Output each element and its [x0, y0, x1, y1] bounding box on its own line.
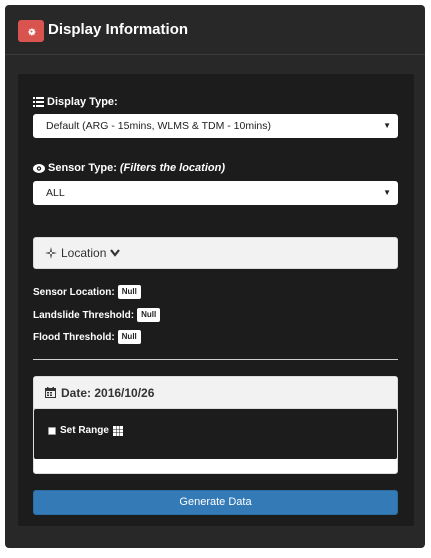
date-range-body: Set Range	[34, 409, 397, 459]
flood-threshold-label: Flood Threshold:	[33, 331, 115, 343]
sensor-type-label: Sensor Type: (Filters the location)	[33, 162, 225, 174]
sensor-type-value: ALL	[46, 187, 65, 199]
sensor-type-hint: (Filters the location)	[119, 162, 225, 174]
date-label: Date: 2016/10/26	[61, 385, 155, 400]
date-panel: Date: 2016/10/26 Set Range	[33, 376, 398, 474]
grid-icon	[112, 425, 123, 436]
flood-threshold-badge: Null	[117, 330, 141, 344]
set-range-checkbox[interactable]	[48, 426, 56, 435]
caret-down-icon: ▼	[383, 188, 391, 197]
chevron-down-icon	[110, 249, 121, 257]
location-toggle[interactable]: Location	[33, 237, 398, 269]
calendar-icon	[45, 387, 56, 398]
display-type-label: Display Type:	[33, 96, 118, 108]
panel-body: Display Type: Default (ARG - 15mins, WLM…	[18, 74, 414, 526]
list-icon	[33, 97, 44, 107]
sensor-location-row: Sensor Location: Null	[33, 285, 141, 299]
generate-data-button[interactable]: Generate Data	[33, 490, 398, 515]
panel-header: Display Information	[5, 5, 425, 55]
crosshair-icon	[45, 247, 57, 259]
divider	[33, 359, 398, 360]
sensor-location-badge: Null	[117, 285, 141, 299]
sensor-location-label: Sensor Location:	[33, 286, 115, 298]
landslide-threshold-row: Landslide Threshold: Null	[33, 308, 161, 322]
display-type-select[interactable]: Default (ARG - 15mins, WLMS & TDM - 10mi…	[33, 114, 398, 138]
caret-down-icon: ▼	[383, 121, 391, 130]
flood-threshold-row: Flood Threshold: Null	[33, 330, 141, 344]
landslide-threshold-badge: Null	[137, 308, 161, 322]
display-information-panel: Display Information Display Type: Defaul…	[5, 5, 425, 548]
gear-icon	[26, 26, 37, 37]
display-type-value: Default (ARG - 15mins, WLMS & TDM - 10mi…	[46, 120, 272, 132]
sensor-type-select[interactable]: ALL ▼	[33, 181, 398, 205]
location-label: Location	[61, 246, 107, 260]
date-header[interactable]: Date: 2016/10/26	[34, 377, 397, 409]
panel-title: Display Information	[48, 21, 189, 38]
landslide-threshold-label: Landslide Threshold:	[33, 309, 135, 321]
settings-button[interactable]	[18, 20, 44, 42]
set-range-label: Set Range	[60, 425, 109, 436]
set-range-option[interactable]: Set Range	[48, 425, 123, 436]
eye-icon	[33, 163, 45, 173]
